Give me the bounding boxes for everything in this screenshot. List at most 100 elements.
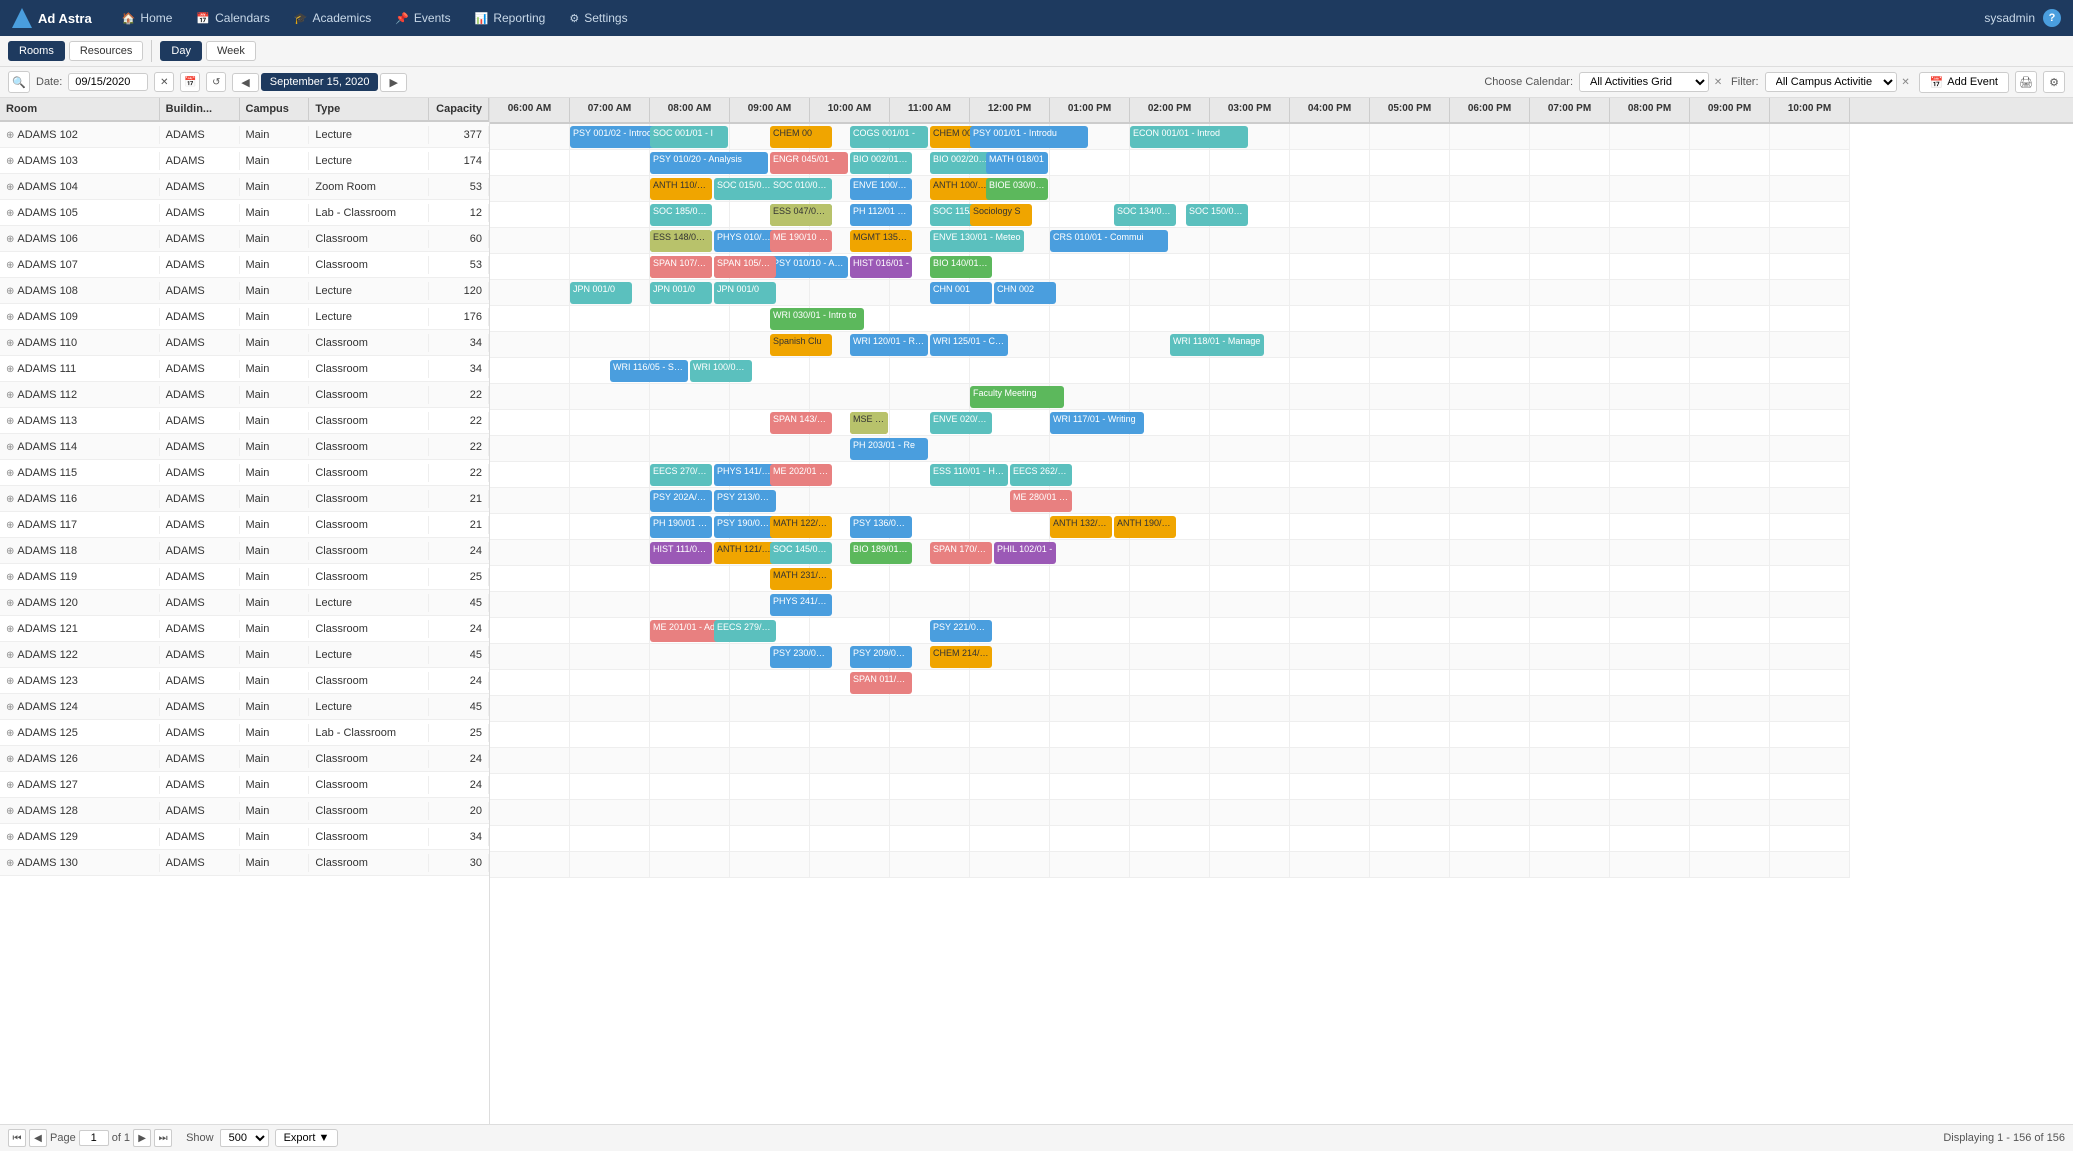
expand-icon[interactable]: ⊕ bbox=[6, 312, 14, 323]
page-number-input[interactable] bbox=[79, 1130, 109, 1146]
event-block[interactable]: HIST 111/01 - I bbox=[650, 542, 712, 564]
event-block[interactable]: SOC 185/01 - A bbox=[650, 204, 712, 226]
room-row[interactable]: ⊕ADAMS 115 ADAMS Main Classroom 22 bbox=[0, 460, 489, 486]
event-block[interactable]: PHYS 141/01 - bbox=[714, 464, 776, 486]
event-block[interactable]: CRS 010/01 - Commui bbox=[1050, 230, 1168, 252]
expand-icon[interactable]: ⊕ bbox=[6, 572, 14, 583]
room-row[interactable]: ⊕ADAMS 105 ADAMS Main Lab - Classroom 12 bbox=[0, 200, 489, 226]
event-block[interactable]: Sociology S bbox=[970, 204, 1032, 226]
expand-icon[interactable]: ⊕ bbox=[6, 442, 14, 453]
event-block[interactable]: PSY 213/01 - M bbox=[714, 490, 776, 512]
event-block[interactable]: ME 202/01 - Tr bbox=[770, 464, 832, 486]
brand-logo[interactable]: Ad Astra bbox=[12, 8, 92, 28]
current-date-button[interactable]: September 15, 2020 bbox=[261, 73, 379, 91]
print-button[interactable]: 🖨 bbox=[2015, 71, 2037, 93]
event-block[interactable]: MSE 111/ bbox=[850, 412, 888, 434]
room-row[interactable]: ⊕ADAMS 111 ADAMS Main Classroom 34 bbox=[0, 356, 489, 382]
help-button[interactable]: ? bbox=[2043, 9, 2061, 27]
room-row[interactable]: ⊕ADAMS 106 ADAMS Main Classroom 60 bbox=[0, 226, 489, 252]
expand-icon[interactable]: ⊕ bbox=[6, 754, 14, 765]
event-block[interactable]: COGS 001/01 - bbox=[850, 126, 928, 148]
room-row[interactable]: ⊕ADAMS 118 ADAMS Main Classroom 24 bbox=[0, 538, 489, 564]
expand-icon[interactable]: ⊕ bbox=[6, 624, 14, 635]
add-event-button[interactable]: 📅 Add Event bbox=[1919, 72, 2009, 93]
expand-icon[interactable]: ⊕ bbox=[6, 494, 14, 505]
nav-academics[interactable]: 🎓 Academics bbox=[284, 7, 381, 29]
event-block[interactable]: ENVE 130/01 - Meteo bbox=[930, 230, 1024, 252]
expand-icon[interactable]: ⊕ bbox=[6, 182, 14, 193]
nav-events[interactable]: 📌 Events bbox=[385, 7, 460, 29]
search-button[interactable]: 🔍 bbox=[8, 71, 30, 93]
event-block[interactable]: ANTH 110/01 - bbox=[650, 178, 712, 200]
grid-settings-button[interactable]: ⚙ bbox=[2043, 71, 2065, 93]
expand-icon[interactable]: ⊕ bbox=[6, 832, 14, 843]
rooms-button[interactable]: Rooms bbox=[8, 41, 65, 61]
nav-settings[interactable]: ⚙ Settings bbox=[559, 7, 637, 29]
expand-icon[interactable]: ⊕ bbox=[6, 130, 14, 141]
show-select[interactable]: 500 100 50 bbox=[220, 1129, 269, 1147]
first-page-button[interactable]: ⏮ bbox=[8, 1129, 26, 1147]
calendar-select[interactable]: All Activities Grid bbox=[1579, 72, 1709, 92]
event-block[interactable]: SOC 010/01 - S bbox=[770, 178, 832, 200]
schedule-panel[interactable]: 06:00 AM07:00 AM08:00 AM09:00 AM10:00 AM… bbox=[490, 98, 2073, 1124]
date-input[interactable] bbox=[68, 73, 148, 91]
room-row[interactable]: ⊕ADAMS 127 ADAMS Main Classroom 24 bbox=[0, 772, 489, 798]
event-block[interactable]: BIOE 030/01 - bbox=[986, 178, 1048, 200]
event-block[interactable]: EECS 270/01 - bbox=[650, 464, 712, 486]
event-block[interactable]: SOC 001/01 - I bbox=[650, 126, 728, 148]
expand-icon[interactable]: ⊕ bbox=[6, 156, 14, 167]
event-block[interactable]: PHYS 241/01 - bbox=[770, 594, 832, 616]
expand-icon[interactable]: ⊕ bbox=[6, 208, 14, 219]
event-block[interactable]: CHEM 214/01 - bbox=[930, 646, 992, 668]
expand-icon[interactable]: ⊕ bbox=[6, 520, 14, 531]
event-block[interactable]: PHIL 102/01 - bbox=[994, 542, 1056, 564]
room-row[interactable]: ⊕ADAMS 120 ADAMS Main Lecture 45 bbox=[0, 590, 489, 616]
expand-icon[interactable]: ⊕ bbox=[6, 806, 14, 817]
refresh-button[interactable]: ↺ bbox=[206, 72, 226, 92]
next-date-button[interactable]: ▶ bbox=[380, 73, 406, 92]
event-block[interactable]: PSY 209/01 - L bbox=[850, 646, 912, 668]
clear-date-button[interactable]: ✕ bbox=[154, 72, 174, 92]
room-row[interactable]: ⊕ADAMS 102 ADAMS Main Lecture 377 bbox=[0, 122, 489, 148]
filter-select[interactable]: All Campus Activitie bbox=[1765, 72, 1897, 92]
event-block[interactable]: PH 203/01 - Re bbox=[850, 438, 928, 460]
export-button[interactable]: Export ▼ bbox=[275, 1129, 339, 1147]
event-block[interactable]: PH 112/01 - Re bbox=[850, 204, 912, 226]
nav-home[interactable]: 🏠 Home bbox=[112, 7, 183, 29]
event-block[interactable]: PSY 001/01 - Introdu bbox=[970, 126, 1088, 148]
event-block[interactable]: SPAN 011/01 - bbox=[850, 672, 912, 694]
event-block[interactable]: SPAN 107/01 - bbox=[650, 256, 712, 278]
room-row[interactable]: ⊕ADAMS 119 ADAMS Main Classroom 25 bbox=[0, 564, 489, 590]
event-block[interactable]: JPN 001/0 bbox=[714, 282, 776, 304]
room-row[interactable]: ⊕ADAMS 112 ADAMS Main Classroom 22 bbox=[0, 382, 489, 408]
prev-date-button[interactable]: ◀ bbox=[232, 73, 258, 92]
event-block[interactable]: Faculty Meeting bbox=[970, 386, 1064, 408]
event-block[interactable]: CHN 002 bbox=[994, 282, 1056, 304]
expand-icon[interactable]: ⊕ bbox=[6, 728, 14, 739]
event-block[interactable]: ESS 047/01 - A bbox=[770, 204, 832, 226]
event-block[interactable]: PSY 136/01 - C bbox=[850, 516, 912, 538]
expand-icon[interactable]: ⊕ bbox=[6, 390, 14, 401]
room-row[interactable]: ⊕ADAMS 129 ADAMS Main Classroom 34 bbox=[0, 824, 489, 850]
event-block[interactable]: EECS 262/01 - bbox=[1010, 464, 1072, 486]
event-block[interactable]: SPAN 170/01 - bbox=[930, 542, 992, 564]
event-block[interactable]: Spanish Clu bbox=[770, 334, 832, 356]
room-row[interactable]: ⊕ADAMS 114 ADAMS Main Classroom 22 bbox=[0, 434, 489, 460]
expand-icon[interactable]: ⊕ bbox=[6, 598, 14, 609]
event-block[interactable]: WRI 030/01 - Intro to bbox=[770, 308, 864, 330]
expand-icon[interactable]: ⊕ bbox=[6, 234, 14, 245]
event-block[interactable]: PSY 010/10 - Analysis bbox=[770, 256, 848, 278]
event-block[interactable]: ECON 001/01 - Introd bbox=[1130, 126, 1248, 148]
event-block[interactable]: WRI 125/01 - Creativ bbox=[930, 334, 1008, 356]
nav-reporting[interactable]: 📊 Reporting bbox=[465, 7, 556, 29]
expand-icon[interactable]: ⊕ bbox=[6, 286, 14, 297]
event-block[interactable]: MGMT 135/01 bbox=[850, 230, 912, 252]
expand-icon[interactable]: ⊕ bbox=[6, 676, 14, 687]
room-row[interactable]: ⊕ADAMS 113 ADAMS Main Classroom 22 bbox=[0, 408, 489, 434]
expand-icon[interactable]: ⊕ bbox=[6, 364, 14, 375]
expand-icon[interactable]: ⊕ bbox=[6, 338, 14, 349]
event-block[interactable]: WRI 100/04 - Advanc bbox=[690, 360, 752, 382]
expand-icon[interactable]: ⊕ bbox=[6, 858, 14, 869]
room-row[interactable]: ⊕ADAMS 130 ADAMS Main Classroom 30 bbox=[0, 850, 489, 876]
room-row[interactable]: ⊕ADAMS 126 ADAMS Main Classroom 24 bbox=[0, 746, 489, 772]
